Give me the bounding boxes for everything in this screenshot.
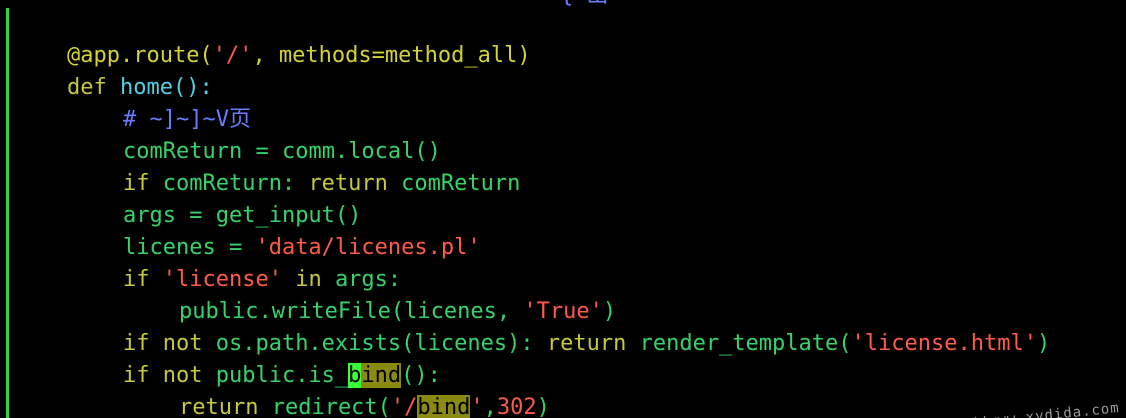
decorator-args-token: , methods=method_all): [252, 43, 531, 68]
paren-token: ): [1036, 331, 1051, 356]
call-token: render_template(: [626, 331, 852, 356]
code-line-7[interactable]: licenes = 'data/licenes.pl': [14, 200, 481, 260]
string-token: 'license.html': [851, 331, 1037, 356]
code-line-2[interactable]: def home():: [14, 40, 213, 100]
identifier-token: comReturn: [387, 171, 521, 196]
code-line-3[interactable]: # ~]~]~V页: [14, 72, 251, 132]
clipped-line-fragment: { 出: [560, 0, 609, 7]
call-token: redirect(: [258, 395, 391, 418]
code-line-12[interactable]: return redirect('/bind',302): [14, 360, 550, 418]
code-line-4[interactable]: comReturn = comm.local(): [14, 104, 441, 164]
keyword-return: return: [546, 331, 627, 356]
code-line-6[interactable]: args = get_input(): [14, 168, 361, 228]
number-token: 302: [496, 395, 537, 418]
code-line-8[interactable]: if 'license' in args:: [14, 232, 401, 292]
code-editor[interactable]: { 出 @app.route('/', methods=method_all) …: [0, 0, 1126, 418]
code-line-9[interactable]: public.writeFile(licenes, 'True'): [14, 264, 616, 324]
code-line-5[interactable]: if comReturn: return comReturn: [14, 136, 520, 196]
keyword-return: return: [178, 395, 259, 418]
comma-token: ,: [483, 395, 497, 418]
watermark-text: https://www.xydida.com: [912, 400, 1120, 418]
string-token: '/': [212, 43, 253, 68]
code-line-10[interactable]: if not os.path.exists(licenes): return r…: [14, 296, 1050, 356]
string-token: '/: [390, 395, 418, 418]
code-line-1[interactable]: @app.route('/', methods=method_all): [14, 8, 531, 68]
search-match-highlight: bind: [417, 395, 471, 418]
string-token: ': [470, 395, 484, 418]
change-gutter-marker: [6, 8, 9, 418]
code-line-11[interactable]: if not public.is_bind():: [14, 328, 441, 388]
paren-token: ): [536, 395, 550, 418]
